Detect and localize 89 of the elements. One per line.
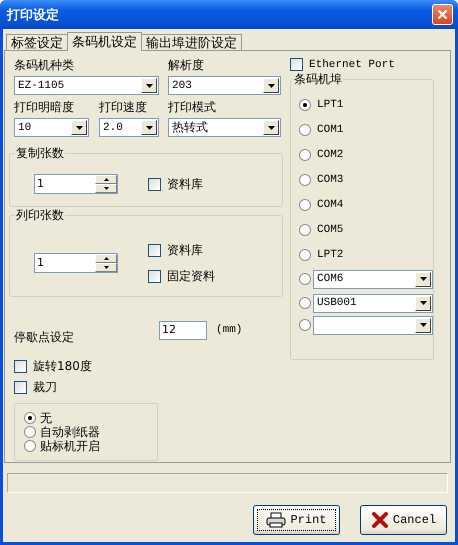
spin-down-button[interactable] bbox=[95, 263, 117, 272]
field-label: 条码机种类 bbox=[14, 57, 75, 73]
field-label: 解析度 bbox=[168, 57, 205, 73]
radio-button[interactable] bbox=[299, 174, 311, 186]
checkbox[interactable] bbox=[148, 244, 161, 256]
radio-label: LPT1 bbox=[317, 98, 344, 110]
cross-icon bbox=[370, 511, 389, 529]
group-title: 条码机埠 bbox=[293, 71, 343, 88]
up-arrow-icon bbox=[104, 178, 108, 181]
field-label: 打印明暗度 bbox=[14, 99, 75, 115]
checkbox[interactable] bbox=[14, 360, 27, 372]
checkbox[interactable] bbox=[148, 178, 161, 190]
group-title: 复制张数 bbox=[15, 145, 65, 162]
dropdown[interactable]: 热转式 bbox=[168, 118, 281, 137]
radio-button[interactable] bbox=[299, 248, 311, 260]
dropdown-button[interactable] bbox=[141, 120, 157, 135]
radio-label: 无 bbox=[40, 410, 52, 426]
unit-label: (mm) bbox=[216, 324, 242, 336]
input-field[interactable]: 12 bbox=[159, 320, 207, 340]
caret-icon bbox=[146, 126, 152, 130]
checkbox-label: 裁刀 bbox=[33, 379, 57, 395]
dropdown-button[interactable] bbox=[415, 296, 431, 310]
checkbox-label: Ethernet Port bbox=[309, 58, 395, 70]
spin-field[interactable]: 1 bbox=[34, 174, 118, 194]
dropdown-button[interactable] bbox=[263, 120, 279, 135]
cancel-button[interactable]: Cancel bbox=[360, 505, 447, 535]
radio-label: COM4 bbox=[317, 198, 344, 210]
radio-button[interactable] bbox=[299, 224, 311, 236]
radio-button[interactable] bbox=[299, 273, 311, 285]
tab[interactable]: 标签设定 bbox=[6, 34, 68, 50]
radio-label: COM2 bbox=[317, 148, 344, 160]
dropdown[interactable]: 2.0 bbox=[99, 118, 159, 137]
dropdown-button[interactable] bbox=[415, 318, 431, 332]
dropdown[interactable]: 10 bbox=[14, 118, 89, 137]
window-title: 打印设定 bbox=[7, 6, 59, 24]
close-icon bbox=[437, 9, 448, 20]
dropdown[interactable]: USB001 bbox=[313, 294, 433, 312]
radio-label: 自动剥纸器 bbox=[40, 424, 100, 440]
radio-button[interactable] bbox=[24, 426, 36, 438]
radio-button[interactable] bbox=[299, 98, 311, 110]
radio-label: COM1 bbox=[317, 124, 344, 136]
dropdown[interactable]: 203 bbox=[168, 76, 281, 95]
radio-button[interactable] bbox=[299, 319, 311, 331]
caret-icon bbox=[420, 323, 426, 327]
up-arrow-icon bbox=[104, 257, 108, 260]
spin-field[interactable]: 1 bbox=[34, 253, 118, 273]
dropdown-button[interactable] bbox=[71, 120, 87, 135]
radio-label: COM3 bbox=[317, 174, 344, 186]
checkbox-label: 资料库 bbox=[167, 242, 203, 258]
field-label: 打印模式 bbox=[168, 99, 217, 115]
spin-down-button[interactable] bbox=[95, 184, 117, 193]
dropdown-button[interactable] bbox=[415, 272, 431, 286]
spin-up-button[interactable] bbox=[95, 175, 117, 184]
dropdown[interactable]: EZ-1105 bbox=[14, 76, 159, 95]
checkbox[interactable] bbox=[290, 58, 303, 71]
radio-label: COM5 bbox=[317, 224, 344, 236]
tab[interactable]: 输出埠进阶设定 bbox=[141, 34, 242, 50]
checkbox[interactable] bbox=[14, 380, 27, 394]
dropdown-button[interactable] bbox=[263, 78, 279, 93]
group-title: 列印张数 bbox=[15, 207, 65, 224]
radio-label: 贴标机开启 bbox=[40, 438, 100, 454]
caret-icon bbox=[420, 277, 426, 281]
caret-icon bbox=[420, 301, 426, 305]
radio-label: LPT2 bbox=[317, 248, 344, 260]
tab[interactable]: 条码机设定 bbox=[67, 32, 142, 51]
caret-icon bbox=[268, 126, 274, 130]
radio-button[interactable] bbox=[299, 297, 311, 309]
radio-button[interactable] bbox=[299, 124, 311, 136]
printer-icon bbox=[266, 512, 286, 528]
checkbox-label: 旋转180度 bbox=[33, 358, 92, 374]
spin-up-button[interactable] bbox=[95, 254, 117, 263]
radio-button[interactable] bbox=[299, 148, 311, 160]
checkbox[interactable] bbox=[148, 270, 161, 282]
radio-button[interactable] bbox=[24, 412, 36, 424]
caret-icon bbox=[268, 84, 274, 88]
down-arrow-icon bbox=[104, 187, 108, 190]
down-arrow-icon bbox=[104, 266, 108, 269]
field-label: 停歇点设定 bbox=[14, 329, 75, 345]
dropdown-button[interactable] bbox=[141, 78, 157, 93]
field-label: 打印速度 bbox=[99, 99, 148, 115]
caret-icon bbox=[76, 126, 82, 130]
radio-button[interactable] bbox=[299, 198, 311, 210]
radio-button[interactable] bbox=[24, 440, 36, 452]
checkbox-label: 固定资料 bbox=[167, 268, 215, 284]
checkbox-label: 资料库 bbox=[167, 176, 203, 192]
caret-icon bbox=[146, 84, 152, 88]
dropdown[interactable]: COM6 bbox=[313, 270, 433, 288]
close-button[interactable] bbox=[432, 4, 453, 25]
print-button[interactable]: Print bbox=[253, 505, 340, 535]
